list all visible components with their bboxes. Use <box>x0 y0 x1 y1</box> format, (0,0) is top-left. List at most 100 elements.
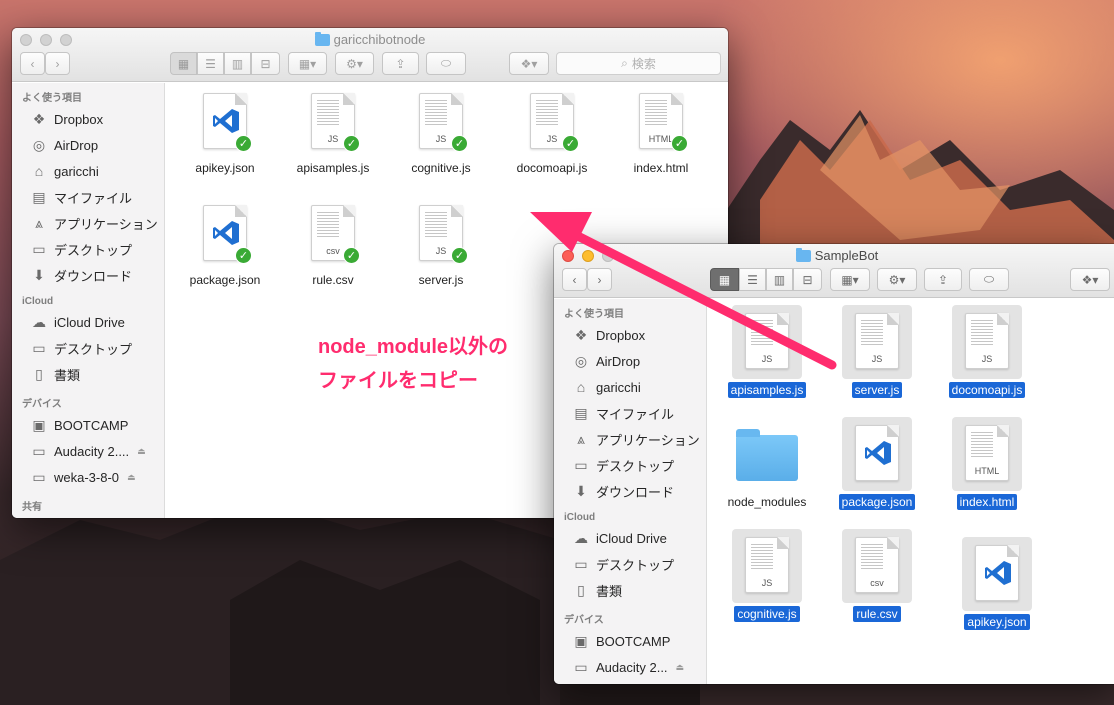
tags-button[interactable]: ⬭ <box>426 52 466 75</box>
sidebar-item-documents[interactable]: ▯ 書類 <box>554 577 706 603</box>
sidebar-section-icloud: iCloud <box>564 512 596 523</box>
sidebar-item-icloud-desktop[interactable]: ▭ デスクトップ <box>12 335 164 361</box>
file-item[interactable]: JS cognitive.js <box>717 529 817 622</box>
file-item[interactable]: JS server.js <box>827 305 927 398</box>
sidebar-item-home[interactable]: ⌂ garicchi <box>554 374 706 400</box>
sidebar-item-dropbox[interactable]: ❖ Dropbox <box>12 106 164 132</box>
file-item[interactable]: ✓ package.json <box>175 205 275 287</box>
column-view-button[interactable]: ▥ <box>224 52 251 75</box>
sidebar-section-devices: デバイス <box>564 615 604 626</box>
forward-button[interactable]: › <box>587 268 612 291</box>
list-view-button[interactable]: ☰ <box>197 52 224 75</box>
coverflow-view-button[interactable]: ⊟ <box>793 268 822 291</box>
sidebar-item-audacity[interactable]: ▭ Audacity 2.... ⏏ <box>12 438 164 464</box>
file-ext-label: JS <box>981 354 993 364</box>
share-button[interactable]: ⇪ <box>924 268 962 291</box>
file-item[interactable]: apikey.json <box>947 537 1047 630</box>
file-item[interactable]: JS ✓ server.js <box>391 205 491 287</box>
sidebar-item-weka[interactable]: ▭ weka-3-8-0 ⏏ <box>12 464 164 490</box>
document-icon: JS ✓ <box>419 93 468 152</box>
column-view-button[interactable]: ▥ <box>766 268 793 291</box>
file-item[interactable]: JS ✓ cognitive.js <box>391 93 491 175</box>
titlebar[interactable]: garicchibotnode ‹ › ▦ ☰ ▥ ⊟ ▦▾ ⚙▾ ⇪ ⬭ ❖▾… <box>12 28 728 82</box>
file-item[interactable]: JS ✓ docomoapi.js <box>502 93 602 175</box>
cloud-icon: ☁ <box>32 313 46 330</box>
disk-icon: ▣ <box>32 416 46 433</box>
eject-icon[interactable]: ⏏ <box>676 662 685 673</box>
sidebar-item-icloud-drive[interactable]: ☁ iCloud Drive <box>12 309 164 335</box>
dropbox-button[interactable]: ❖▾ <box>509 52 549 75</box>
icon-view-button[interactable]: ▦ <box>170 52 197 75</box>
document-icon: HTML <box>965 425 1009 481</box>
sidebar-item-bootcamp[interactable]: ▣ BOOTCAMP <box>12 412 164 438</box>
dropbox-button[interactable]: ❖▾ <box>1070 268 1110 291</box>
sidebar-item-airdrop[interactable]: ◎ AirDrop <box>554 348 706 374</box>
file-name: apisamples.js <box>717 382 817 398</box>
finder-window-samplebot[interactable]: SampleBot ‹ › ▦ ☰ ▥ ⊟ ▦▾ ⚙▾ ⇪ ⬭ ❖▾ よく使う項… <box>554 244 1114 684</box>
sidebar-item-icloud-drive[interactable]: ☁ iCloud Drive <box>554 525 706 551</box>
file-item[interactable]: node_modules <box>717 417 817 509</box>
file-name: docomoapi.js <box>516 161 588 175</box>
file-item[interactable]: ✓ apikey.json <box>175 93 275 175</box>
sidebar-item-downloads[interactable]: ⬇ ダウンロード <box>12 262 164 288</box>
sidebar-item-documents[interactable]: ▯ 書類 <box>12 361 164 387</box>
eject-icon[interactable]: ⏏ <box>137 446 146 457</box>
file-item[interactable]: HTML ✓ index.html <box>611 93 711 175</box>
action-gear-button[interactable]: ⚙▾ <box>877 268 917 291</box>
sync-check-icon: ✓ <box>562 135 579 152</box>
sidebar-section-icloud: iCloud <box>22 296 54 307</box>
share-button[interactable]: ⇪ <box>382 52 419 75</box>
sidebar-item-applications[interactable]: ⩓ アプリケーション <box>554 426 706 452</box>
document-icon: csv <box>855 537 899 593</box>
sidebar-item-my-files[interactable]: ▤ マイファイル <box>12 184 164 210</box>
file-name: cognitive.js <box>717 606 817 622</box>
document-icon: JS ✓ <box>530 93 579 152</box>
icon-view-button[interactable]: ▦ <box>710 268 739 291</box>
file-item[interactable]: JS ✓ apisamples.js <box>283 93 383 175</box>
sidebar-item-downloads[interactable]: ⬇ ダウンロード <box>554 478 706 504</box>
back-button[interactable]: ‹ <box>562 268 587 291</box>
tags-button[interactable]: ⬭ <box>969 268 1009 291</box>
sidebar-item-desktop[interactable]: ▭ デスクトップ <box>554 452 706 478</box>
coverflow-view-button[interactable]: ⊟ <box>251 52 280 75</box>
applications-icon: ⩓ <box>577 430 585 447</box>
arrange-button[interactable]: ▦▾ <box>288 52 327 75</box>
file-item[interactable]: JS docomoapi.js <box>937 305 1037 398</box>
cloud-icon: ☁ <box>574 529 588 546</box>
vscode-file-icon <box>855 425 899 481</box>
sidebar-item-bootcamp[interactable]: ▣ BOOTCAMP <box>554 628 706 654</box>
arrange-button[interactable]: ▦▾ <box>830 268 870 291</box>
eject-icon[interactable]: ⏏ <box>127 472 136 483</box>
sidebar-section-shared: 共有 <box>22 502 42 513</box>
document-icon: JS <box>965 313 1009 369</box>
folder-icon <box>314 32 330 46</box>
sidebar-item-home[interactable]: ⌂ garicchi <box>12 158 164 184</box>
list-view-button[interactable]: ☰ <box>739 268 766 291</box>
search-field[interactable]: ⌕ 検索 <box>556 52 721 75</box>
forward-button[interactable]: › <box>45 52 70 75</box>
airdrop-icon: ◎ <box>574 352 588 369</box>
sidebar-item-icloud-desktop[interactable]: ▭ デスクトップ <box>554 551 706 577</box>
sidebar-item-desktop[interactable]: ▭ デスクトップ <box>12 236 164 262</box>
document-icon: JS ✓ <box>419 205 468 264</box>
disk-icon: ▣ <box>574 632 588 649</box>
sidebar-item-airdrop[interactable]: ◎ AirDrop <box>12 132 164 158</box>
file-grid: JS apisamples.js JS server.js JS docomoapi.js… <box>707 299 1114 684</box>
sidebar-section-favorites: よく使う項目 <box>22 93 82 104</box>
file-item[interactable]: package.json <box>827 417 927 510</box>
file-item[interactable]: csv ✓ rule.csv <box>283 205 383 287</box>
file-item[interactable]: JS apisamples.js <box>717 305 817 398</box>
search-icon: ⌕ <box>621 56 628 70</box>
desktop-icon: ▭ <box>32 339 46 356</box>
sidebar-item-applications[interactable]: ⩓ アプリケーション <box>12 210 164 236</box>
sidebar-item-dropbox[interactable]: ❖ Dropbox <box>554 322 706 348</box>
file-item[interactable]: csv rule.csv <box>827 529 927 622</box>
file-name: index.html <box>937 494 1037 510</box>
back-button[interactable]: ‹ <box>20 52 45 75</box>
file-item[interactable]: HTML index.html <box>937 417 1037 510</box>
sidebar-item-my-files[interactable]: ▤ マイファイル <box>554 400 706 426</box>
action-gear-button[interactable]: ⚙▾ <box>335 52 374 75</box>
titlebar[interactable]: SampleBot ‹ › ▦ ☰ ▥ ⊟ ▦▾ ⚙▾ ⇪ ⬭ ❖▾ <box>554 244 1114 298</box>
file-name: apisamples.js <box>296 161 370 175</box>
sidebar-item-audacity[interactable]: ▭ Audacity 2... ⏏ <box>554 654 706 680</box>
